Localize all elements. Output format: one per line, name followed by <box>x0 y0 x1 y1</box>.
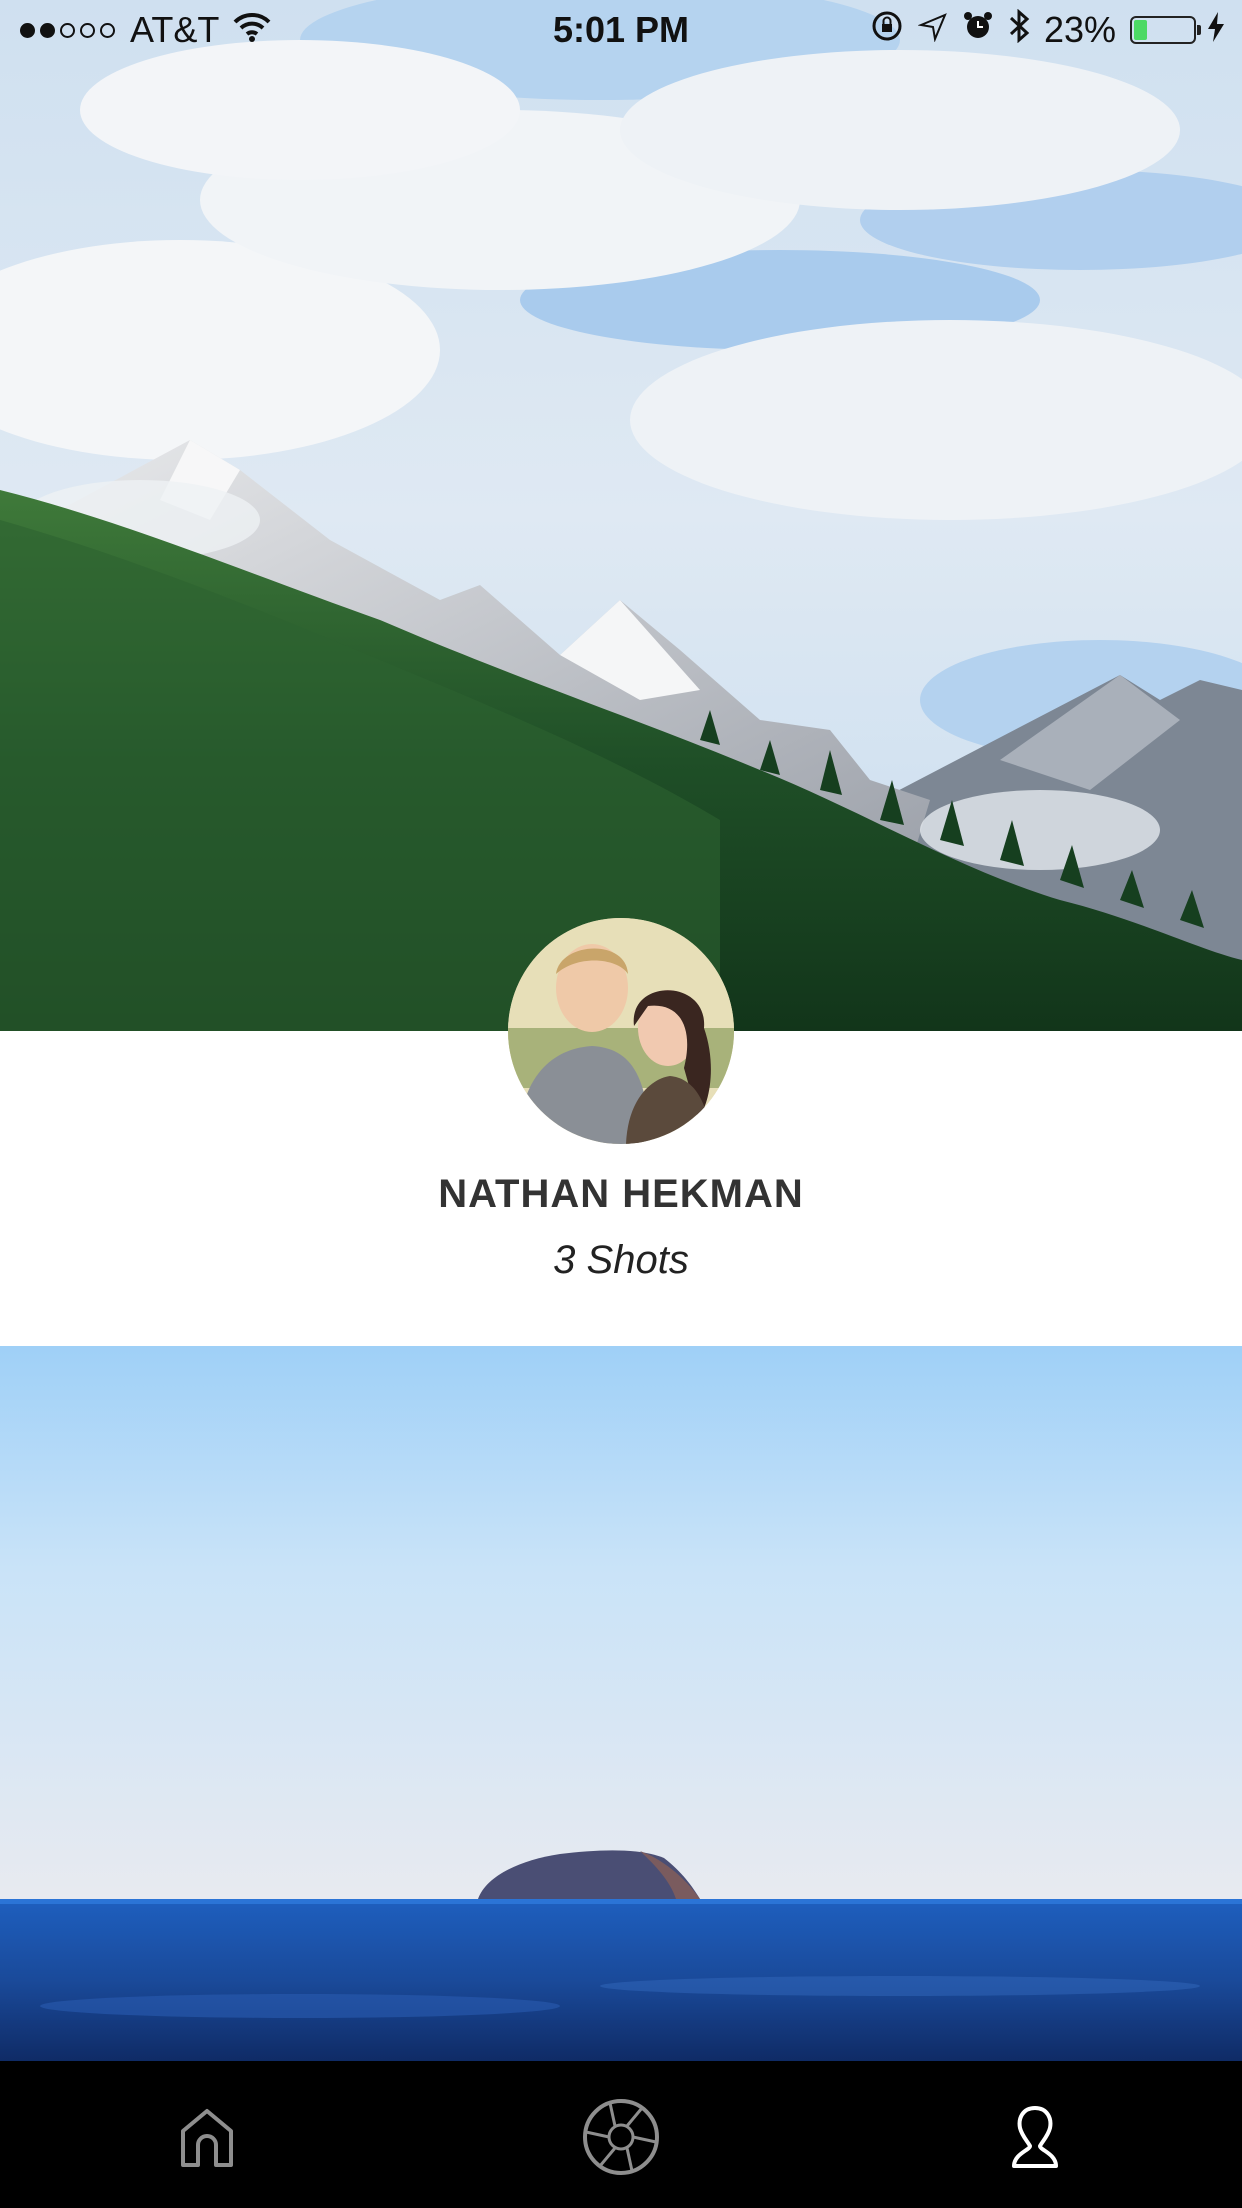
cover-photo <box>0 0 1242 1031</box>
avatar[interactable] <box>508 918 734 1144</box>
battery-icon <box>1130 16 1201 44</box>
status-bar: AT&T 5:01 PM 23% <box>0 0 1242 60</box>
status-bar-right: 23% <box>856 8 1224 52</box>
bluetooth-icon <box>1008 8 1030 52</box>
location-icon <box>917 9 948 51</box>
charging-bolt-icon <box>1208 9 1224 51</box>
battery-fill <box>1134 20 1147 40</box>
profile-name: NATHAN HEKMAN <box>438 1172 804 1216</box>
aperture-icon <box>583 2099 659 2175</box>
person-icon <box>1012 2106 1058 2168</box>
mountain-forest-image <box>0 0 1242 1031</box>
tab-bar <box>0 2061 1242 2208</box>
tab-home[interactable] <box>167 2097 247 2177</box>
sea-rock-image <box>0 1346 1242 2061</box>
battery-percent: 23% <box>1043 9 1116 50</box>
profile-screen: AT&T 5:01 PM 23% NATHAN HEKMAN 3 Shots <box>0 0 1242 2208</box>
home-icon <box>181 2109 233 2167</box>
tab-profile[interactable] <box>995 2097 1075 2177</box>
orientation-lock-icon <box>870 9 904 52</box>
shot-photo[interactable] <box>0 1346 1242 2061</box>
shot-count: 3 Shots <box>553 1238 689 1282</box>
alarm-icon <box>962 9 994 51</box>
tab-camera[interactable] <box>581 2097 661 2177</box>
avatar-photo <box>508 918 734 1144</box>
